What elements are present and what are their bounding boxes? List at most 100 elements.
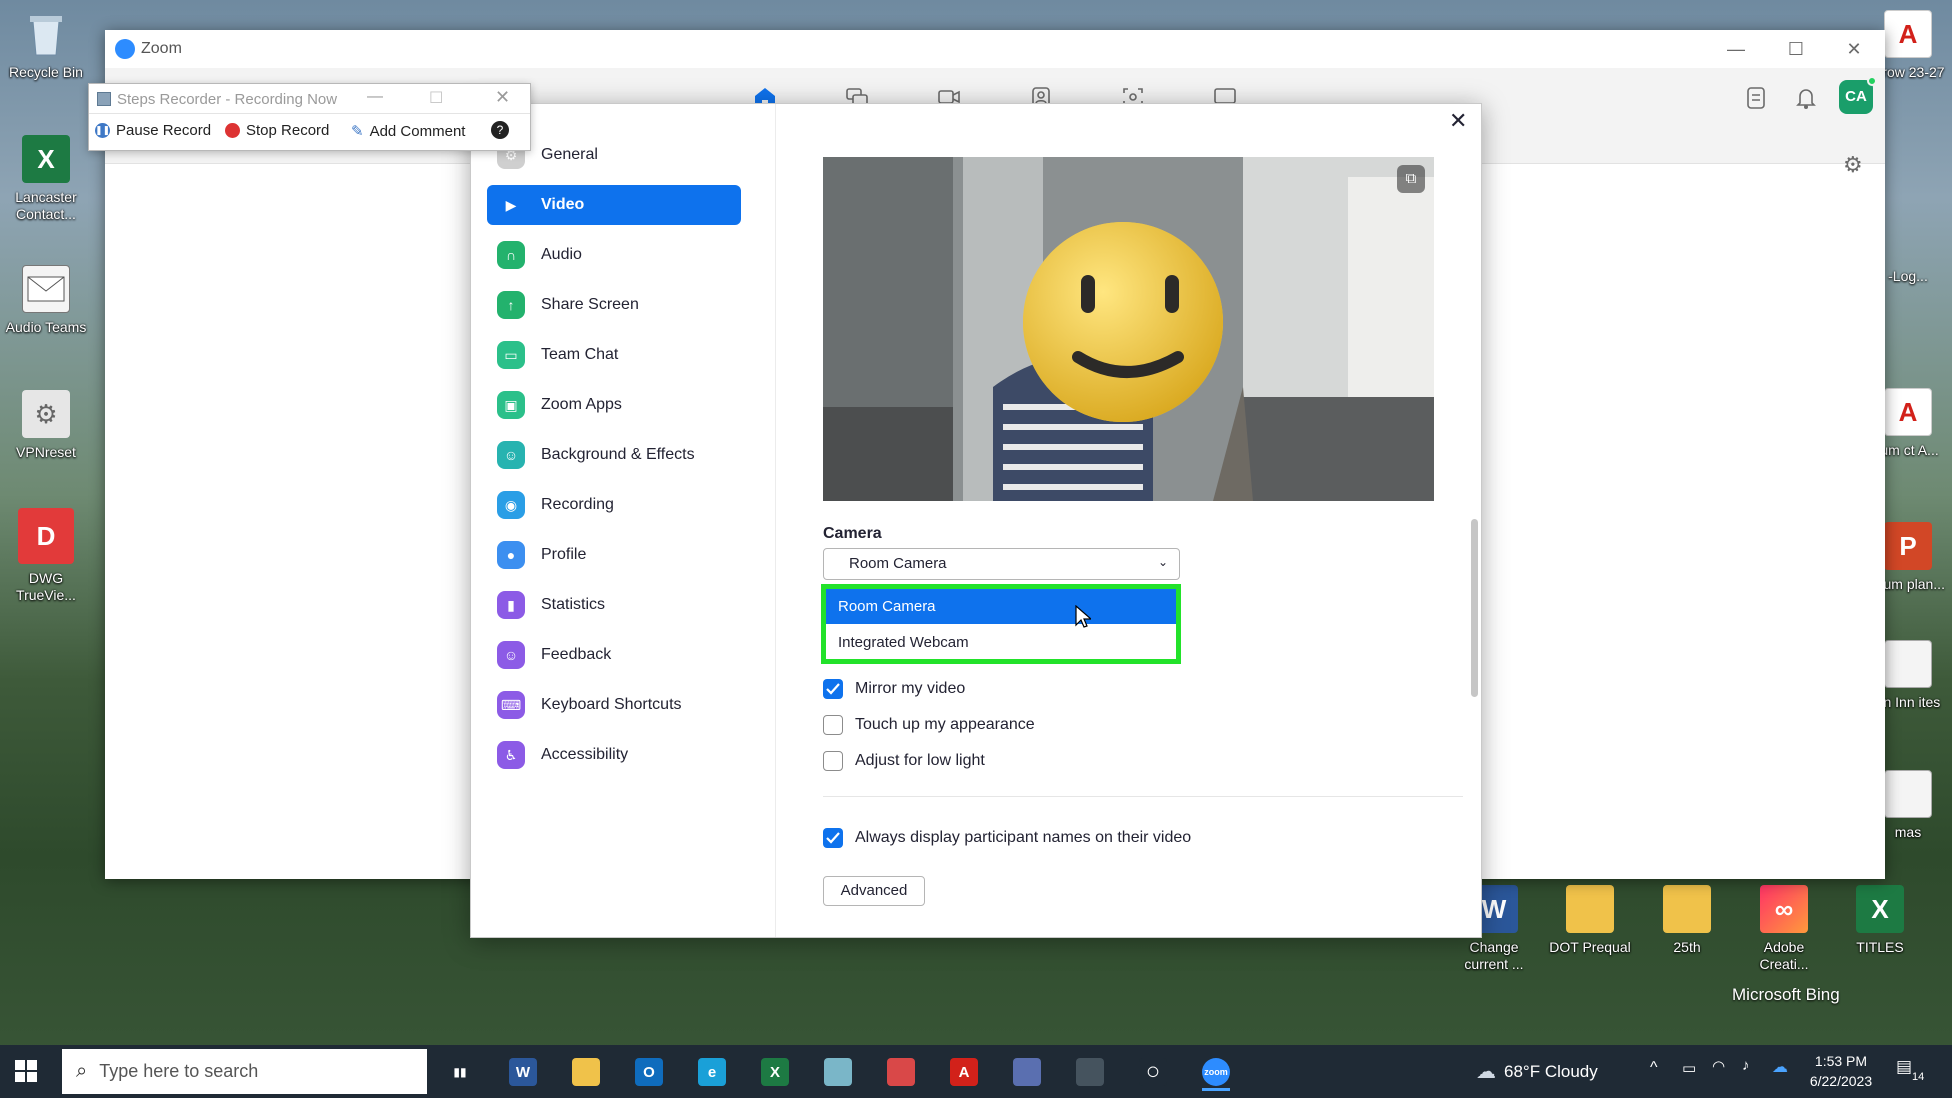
online-status-dot [1867,76,1877,86]
avatar[interactable]: CA [1839,80,1873,114]
shield-app-icon[interactable] [1007,1053,1047,1091]
clock[interactable]: 1:53 PM 6/22/2023 [1806,1051,1876,1091]
touch-up-label: Touch up my appearance [855,716,1035,733]
close-window-button[interactable]: ✕ [1843,38,1865,60]
outlook-icon[interactable]: O [629,1053,669,1091]
show-hidden-icons-chevron-icon[interactable]: ^ [1650,1059,1658,1077]
mirror-video-checkbox[interactable] [823,679,843,699]
sidebar-item-profile[interactable]: ● Profile [487,535,741,575]
taskbar: ⌕ Type here to search ▮▮ W Oe X A ○ zoom ☁ 68°… [0,1045,1952,1098]
low-light-checkbox[interactable] [823,751,843,771]
cloud-icon: ☁ [1476,1061,1496,1083]
rotate-camera-button[interactable]: ⧉ [1397,165,1425,193]
sidebar-item-label: Profile [541,546,587,563]
add-comment-button[interactable]: ✎ Add Comment [351,122,465,141]
low-light-row[interactable]: Adjust for low light [823,751,985,771]
settings-scrollbar[interactable] [1471,519,1478,697]
phone-contacts-icon[interactable] [1745,86,1767,115]
settings-gear-icon[interactable]: ⚙ [1843,152,1863,178]
desktop-icon-adobe[interactable]: ∞ Adobe Creati... [1742,885,1826,973]
sidebar-item-background-effects[interactable]: ☺ Background & Effects [487,435,741,475]
help-icon[interactable]: ? [491,121,509,139]
notification-count-badge: 14 [1912,1071,1925,1083]
acrobat-icon[interactable]: A [944,1053,984,1091]
recorder-minimize-button[interactable]: — [367,88,383,106]
record-icon: ◉ [497,491,525,519]
search-icon: ⌕ [76,1060,88,1082]
camera-option-room-camera[interactable]: Room Camera [826,589,1176,624]
mirror-video-row[interactable]: Mirror my video [823,679,965,699]
sidebar-item-accessibility[interactable]: ♿ Accessibility [487,735,741,775]
circle-app-icon[interactable]: ○ [1133,1053,1173,1091]
onedrive-icon[interactable]: ☁ [1772,1057,1788,1077]
wifi-icon[interactable]: ◠ [1712,1057,1725,1075]
touch-up-checkbox[interactable] [823,715,843,735]
sidebar-item-feedback[interactable]: ☺ Feedback [487,635,741,675]
always-display-row[interactable]: Always display participant names on thei… [823,828,1191,848]
zoom-icon[interactable]: zoom [1196,1053,1236,1091]
sidebar-item-audio[interactable]: ∩ Audio [487,235,741,275]
settings-close-button[interactable]: ✕ [1449,108,1467,134]
ppt-file-icon: P [1884,522,1932,570]
desktop-icon-titles[interactable]: X TITLES [1838,885,1922,956]
battery-icon[interactable]: ▭ [1682,1059,1696,1077]
gear-file-icon: ⚙ [22,390,70,438]
advanced-button[interactable]: Advanced [823,876,925,906]
profile-icon: ● [497,541,525,569]
pause-record-button[interactable]: ❚❚ Pause Record [95,122,211,139]
folder-icon [1663,885,1711,933]
sidebar-item-video[interactable]: ▶ Video [487,185,741,225]
stop-record-button[interactable]: Stop Record [225,122,329,139]
headphones-icon: ∩ [497,241,525,269]
desktop-icon-audio-teams[interactable]: Audio Teams [4,265,88,336]
sidebar-item-keyboard-shortcuts[interactable]: ⌨ Keyboard Shortcuts [487,685,741,725]
recorder-close-button[interactable]: ✕ [495,87,510,108]
touch-up-row[interactable]: Touch up my appearance [823,715,1035,735]
taskbar-search[interactable]: ⌕ Type here to search [62,1049,427,1094]
sidebar-item-label: Team Chat [541,346,619,363]
bing-watermark: Microsoft Bing [1732,985,1840,1004]
maximize-button[interactable]: ☐ [1785,38,1807,60]
always-display-checkbox[interactable] [823,828,843,848]
minimize-button[interactable]: — [1725,38,1747,60]
sidebar-item-team-chat[interactable]: ▭ Team Chat [487,335,741,375]
recorder-maximize-button[interactable]: ☐ [429,88,443,108]
sidebar-item-statistics[interactable]: ▮ Statistics [487,585,741,625]
paint-icon[interactable] [881,1053,921,1091]
desktop-icon-25th[interactable]: 25th [1645,885,1729,956]
volume-icon[interactable]: ♪ [1742,1057,1750,1074]
accessibility-icon: ♿ [497,741,525,769]
desktop-icon-dot-prequal[interactable]: DOT Prequal [1548,885,1632,956]
clock-date: 6/22/2023 [1809,1073,1873,1089]
task-view-icon[interactable]: ▮▮ [440,1053,480,1091]
camera-select[interactable]: Room Camera ⌄ [823,548,1180,580]
sidebar-item-label: Feedback [541,646,612,663]
active-app-indicator [1202,1088,1230,1091]
file-explorer-icon[interactable] [566,1053,606,1091]
snip-icon[interactable] [1070,1053,1110,1091]
excel-icon[interactable]: X [755,1053,795,1091]
sidebar-item-label: Background & Effects [541,446,695,463]
desktop-icon-vpnreset[interactable]: ⚙ VPNreset [4,390,88,461]
desktop-icon-dwg[interactable]: D DWG TrueVie... [4,508,88,604]
start-button[interactable] [14,1059,38,1088]
desktop-icon-lancaster[interactable]: X Lancaster Contact... [4,135,88,223]
notification-bell-icon[interactable] [1795,86,1817,115]
camera-feed-image [823,157,1434,501]
camera-label: Camera [823,525,882,542]
apps-icon: ▣ [497,391,525,419]
word-icon[interactable]: W [503,1053,543,1091]
desktop-icon-recycle-bin[interactable]: Recycle Bin [4,10,88,81]
video-preview: ⧉ [823,157,1434,501]
zoom-logo-icon [115,39,135,59]
edge-icon[interactable]: e [692,1053,732,1091]
camera-option-integrated-webcam[interactable]: Integrated Webcam [826,625,1176,660]
sidebar-item-recording[interactable]: ◉ Recording [487,485,741,525]
notes-icon[interactable] [818,1053,858,1091]
pdf-file-icon: A [1884,388,1932,436]
weather-widget[interactable]: ☁ 68°F Cloudy [1476,1059,1598,1084]
steps-recorder-titlebar: Steps Recorder - Recording Now — ☐ ✕ [89,84,530,114]
zoom-titlebar: Zoom — ☐ ✕ [105,30,1885,68]
sidebar-item-share-screen[interactable]: ↑ Share Screen [487,285,741,325]
sidebar-item-zoom-apps[interactable]: ▣ Zoom Apps [487,385,741,425]
